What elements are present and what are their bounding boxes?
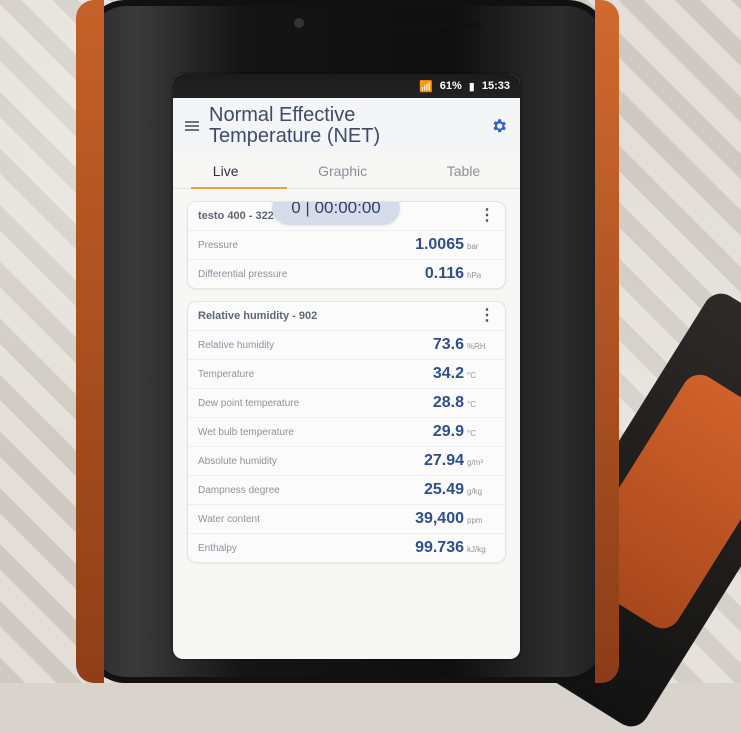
measurement-value-group: 73.6 %RH bbox=[433, 336, 495, 354]
active-tab-indicator bbox=[191, 187, 287, 189]
battery-icon: ▮ bbox=[468, 80, 475, 93]
measurement-label: Dampness degree bbox=[198, 484, 280, 496]
measurement-label: Differential pressure bbox=[198, 268, 288, 280]
kebab-menu-icon[interactable]: ⋮ bbox=[479, 308, 495, 324]
measurement-unit: g/kg bbox=[467, 487, 483, 496]
measurement-value-group: 39,400 ppm bbox=[415, 510, 495, 528]
measurement-label: Relative humidity bbox=[198, 339, 275, 351]
status-time: 15:33 bbox=[481, 80, 510, 92]
measurement-row: Relative humidity 73.6 %RH bbox=[188, 331, 505, 360]
measurement-unit: °C bbox=[467, 371, 476, 380]
measurement-label: Pressure bbox=[198, 239, 239, 251]
menu-icon[interactable] bbox=[185, 121, 199, 131]
tab-graphic[interactable]: Graphic bbox=[318, 153, 367, 189]
measurement-value-group: 27.94 g/m³ bbox=[424, 452, 495, 470]
measurement-value-group: 1.0065 bar bbox=[415, 236, 495, 254]
measurement-label: Wet bulb temperature bbox=[198, 426, 294, 438]
measurement-row: Enthalpy 99.736 kJ/kg bbox=[188, 534, 505, 562]
title-container: Normal Effective Temperature (NET) bbox=[209, 105, 480, 147]
gear-icon-svg bbox=[493, 119, 506, 133]
sensor-card: testo 400 - 322 0 | 00:00:00 ⋮ Pressure … bbox=[187, 201, 506, 289]
measurement-unit: kJ/kg bbox=[467, 545, 486, 554]
measurement-timer[interactable]: 0 | 00:00:00 bbox=[272, 202, 400, 225]
measurement-row: Wet bulb temperature 29.9 °C bbox=[188, 418, 505, 447]
measurement-value: 73.6 bbox=[432, 336, 464, 353]
measurement-value-group: 25.49 g/kg bbox=[424, 481, 495, 499]
measurement-label: Dew point temperature bbox=[198, 397, 300, 409]
measurement-row: Dew point temperature 28.8 °C bbox=[188, 389, 505, 418]
card-title: Relative humidity - 902 bbox=[198, 310, 318, 322]
measurement-row: Differential pressure 0.116 hPa bbox=[188, 260, 505, 288]
card-title: testo 400 - 322 bbox=[198, 210, 274, 222]
sensor-card: Relative humidity - 902 ⋮ Relative humid… bbox=[187, 301, 506, 563]
measurement-value: 28.8 bbox=[432, 394, 464, 411]
gear-icon[interactable] bbox=[490, 117, 508, 135]
measurement-unit: °C bbox=[467, 429, 476, 438]
wifi-icon: 📶 bbox=[419, 80, 433, 93]
measurement-value: 39,400 bbox=[415, 510, 464, 527]
speaker-grill bbox=[397, 23, 481, 29]
measurement-row: Water content 39,400 ppm bbox=[188, 505, 505, 534]
measurement-value: 25.49 bbox=[423, 481, 464, 498]
measurement-value-group: 28.8 °C bbox=[433, 394, 495, 412]
measurement-value-group: 0.116 hPa bbox=[425, 265, 495, 283]
measurement-unit: °C bbox=[467, 400, 476, 409]
measurement-unit: bar bbox=[467, 242, 479, 251]
tabs: Live Graphic Table bbox=[173, 154, 520, 189]
measurement-unit: g/m³ bbox=[467, 458, 483, 467]
camera-lens bbox=[294, 18, 304, 28]
measurement-label: Enthalpy bbox=[198, 542, 237, 554]
measurement-unit: hPa bbox=[467, 271, 482, 280]
card-header: testo 400 - 322 0 | 00:00:00 ⋮ bbox=[188, 202, 505, 231]
measurement-value: 0.116 bbox=[424, 265, 464, 282]
battery-percent: 61% bbox=[439, 80, 462, 92]
measurement-row: Absolute humidity 27.94 g/m³ bbox=[188, 447, 505, 476]
measurement-row: Pressure 1.0065 bar bbox=[188, 231, 505, 260]
content: testo 400 - 322 0 | 00:00:00 ⋮ Pressure … bbox=[173, 189, 520, 563]
measurement-value: 99.736 bbox=[415, 539, 464, 556]
measurement-unit: %RH bbox=[467, 342, 486, 351]
measurement-value: 27.94 bbox=[423, 452, 464, 469]
measurement-value: 1.0065 bbox=[415, 236, 464, 253]
tab-table[interactable]: Table bbox=[447, 153, 480, 189]
measurement-value: 29.9 bbox=[432, 423, 464, 440]
measurement-label: Temperature bbox=[198, 368, 255, 380]
measurement-row: Temperature 34.2 °C bbox=[188, 360, 505, 389]
measurement-label: Water content bbox=[198, 513, 260, 525]
measurement-value-group: 29.9 °C bbox=[433, 423, 495, 441]
measurement-row: Dampness degree 25.49 g/kg bbox=[188, 476, 505, 505]
measurement-value-group: 34.2 °C bbox=[433, 365, 495, 383]
measurement-value-group: 99.736 kJ/kg bbox=[415, 539, 495, 557]
status-bar: 📶 61% ▮ 15:33 bbox=[173, 74, 520, 98]
page-title: Normal Effective Temperature (NET) bbox=[209, 104, 381, 147]
kebab-menu-icon[interactable]: ⋮ bbox=[479, 208, 495, 224]
card-header: Relative humidity - 902 ⋮ bbox=[188, 302, 505, 331]
tab-live[interactable]: Live bbox=[213, 153, 239, 189]
measurement-value: 34.2 bbox=[432, 365, 464, 382]
app-bar: Normal Effective Temperature (NET) bbox=[173, 98, 520, 154]
measurement-label: Absolute humidity bbox=[198, 455, 277, 467]
measurement-unit: ppm bbox=[467, 516, 483, 525]
phone-screen: 📶 61% ▮ 15:33 Normal Effective Temperatu… bbox=[173, 74, 520, 659]
